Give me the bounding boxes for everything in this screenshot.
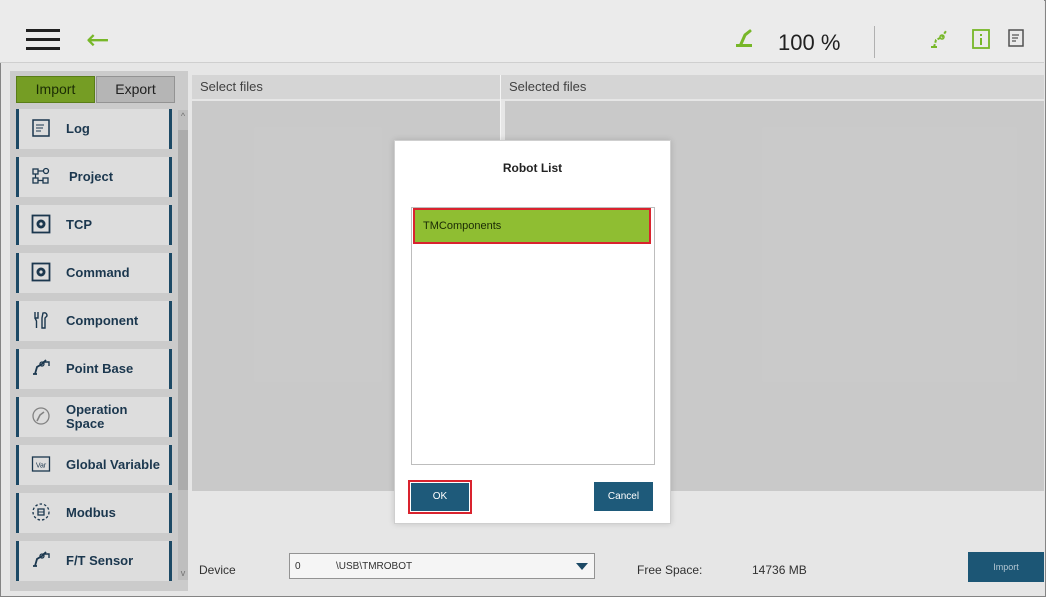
robot-list-dialog: Robot List TMComponents OK Cancel: [394, 140, 671, 524]
list-item[interactable]: TMComponents: [413, 208, 651, 244]
cancel-button[interactable]: Cancel: [594, 482, 653, 511]
ok-button[interactable]: OK: [408, 480, 472, 514]
robot-list[interactable]: TMComponents: [411, 207, 655, 465]
dialog-title: Robot List: [502, 161, 563, 175]
